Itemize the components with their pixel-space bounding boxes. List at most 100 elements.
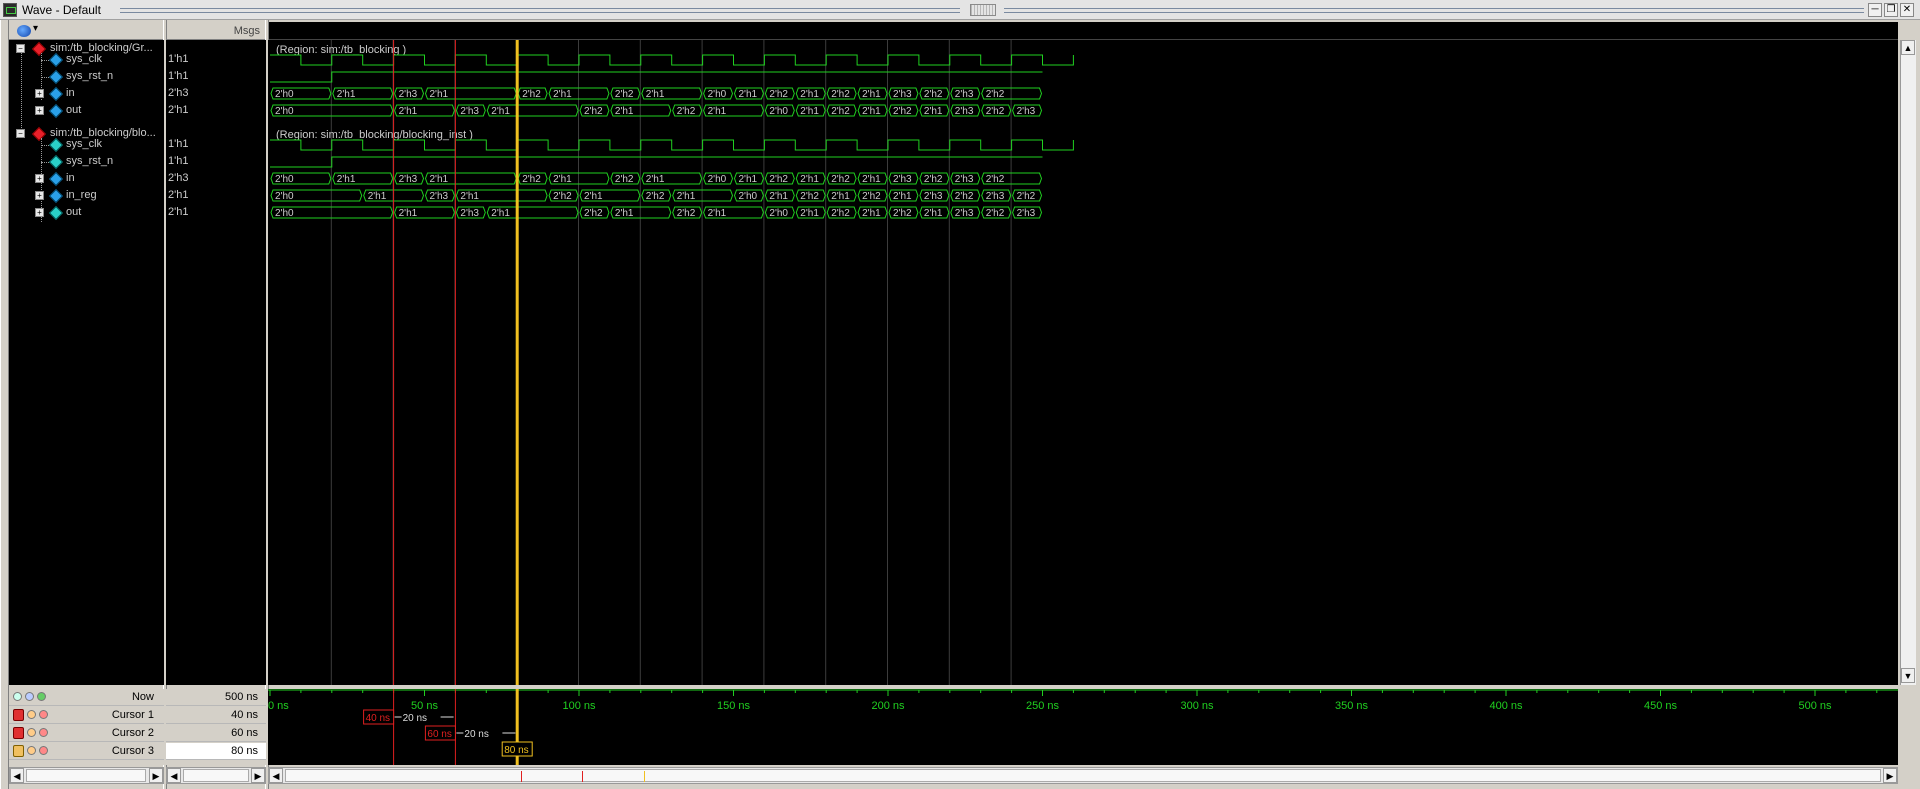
signal-row-sys-rst-n[interactable]: sys_rst_n [9,68,164,85]
scroll-up-icon[interactable]: ▲ [1901,40,1915,55]
scroll-thumb[interactable] [26,769,146,782]
wave-hscroll[interactable]: ◀ ▶ [268,767,1898,784]
scroll-right-icon[interactable]: ▶ [1883,768,1897,783]
delete-cursor-icon[interactable] [39,728,48,737]
bus-value-label: 2'h3 [893,174,912,185]
bus-value-label: 2'h1 [739,89,758,100]
pencil-icon[interactable] [27,710,36,719]
scroll-right-icon[interactable]: ▶ [149,768,163,783]
scroll-right-icon[interactable]: ▶ [251,768,265,783]
delete-cursor-icon[interactable] [39,746,48,755]
insert-cursor-icon[interactable] [37,692,46,701]
drag-grip-right[interactable] [1004,8,1864,13]
bus-value-label: 2'h3 [460,106,479,117]
scroll-left-icon[interactable]: ◀ [10,768,24,783]
signal-row-sys-clk[interactable]: sys_clk [9,51,164,68]
tick-label: 350 ns [1335,700,1369,712]
vertical-scrollbar[interactable]: ▲ ▼ [1900,40,1916,685]
expand-icon[interactable]: + [35,191,44,200]
timeline-canvas[interactable]: 0 ns 50 ns 100 ns 150 ns 200 ns 250 ns 300 ns 3… [268,689,1898,765]
bus-value-label: 2'h2 [893,208,912,219]
tick-label: 100 ns [562,700,596,712]
bus-value-label: 2'h2 [831,174,850,185]
bus-value-label: 2'h1 [800,89,819,100]
close-button[interactable]: ✕ [1900,3,1914,17]
scroll-left-icon[interactable]: ◀ [269,768,283,783]
timeline-pane[interactable]: 0 ns 50 ns 100 ns 150 ns 200 ns 250 ns 300 ns 3… [268,689,1898,765]
signal-row-in-reg-inst[interactable]: + in_reg [9,187,164,204]
waveform-pane[interactable]: (Region: sim:/tb_blocking ) 2'h0 2'h1 2'h3 2… [268,40,1898,685]
cursor-names-pane: Now Cursor 1 Cursor 2 Cursor 3 [9,689,164,765]
lock-icon[interactable] [13,727,24,739]
cursor-label: Cursor 2 [111,727,154,739]
drag-handle-icon[interactable] [970,4,996,16]
bus-value-label: 2'h3 [955,106,974,117]
scroll-thumb[interactable] [183,769,249,782]
add-cursor-icon[interactable] [13,692,22,701]
bus-value-label: 2'h1 [399,208,418,219]
signal-row-in-inst[interactable]: + in [9,170,164,187]
waveform-canvas[interactable]: (Region: sim:/tb_blocking ) 2'h0 2'h1 2'h3 2… [268,40,1898,685]
drag-grip-left[interactable] [120,8,960,13]
bus-value-label: 2'h3 [986,191,1005,202]
cursor-delta-label: 20 ns [464,729,488,740]
bus-value-label: 2'h1 [708,208,727,219]
edit-cursor-icon[interactable] [25,692,34,701]
bus-value-label: 2'h2 [677,106,696,117]
names-hscroll[interactable]: ◀ ▶ [9,767,164,784]
bus-value-label: 2'h2 [800,191,819,202]
cursor-value-row[interactable]: 60 ns [166,725,266,742]
wave-tool-icon[interactable] [17,23,38,37]
bus-value-label: 2'h2 [615,89,634,100]
signal-values-pane[interactable]: 1'h1 1'h1 2'h3 2'h1 1'h1 1'h1 2'h3 2'h1 … [166,40,266,685]
title-bar[interactable]: Wave - Default ─ ❐ ✕ [0,0,1920,20]
tick-label: 200 ns [871,700,905,712]
bus-value-label: 2'h2 [522,89,541,100]
bus-value-label: 2'h2 [831,106,850,117]
cursor-row-2[interactable]: Cursor 2 [9,725,164,742]
expand-icon[interactable]: + [35,106,44,115]
bus-value-label: 2'h2 [986,89,1005,100]
cursor-row-3[interactable]: Cursor 3 [9,743,164,760]
unlock-icon[interactable] [13,745,24,757]
signal-name: out [66,104,82,116]
pencil-icon[interactable] [27,728,36,737]
delete-cursor-icon[interactable] [39,710,48,719]
restore-button[interactable]: ❐ [1884,3,1898,17]
bus-value-label: 2'h3 [460,208,479,219]
bus-value-label: 2'h1 [862,106,881,117]
tick-label: 400 ns [1489,700,1523,712]
signal-value: 1'h1 [168,138,189,150]
bus-value-label: 2'h3 [924,191,943,202]
tick-label: 50 ns [411,700,438,712]
signal-row-sys-clk-inst[interactable]: sys_clk [9,136,164,153]
tick-label: 450 ns [1644,700,1678,712]
expand-icon[interactable]: + [35,208,44,217]
signal-row-out[interactable]: + out [9,102,164,119]
lock-icon[interactable] [13,709,24,721]
pencil-icon[interactable] [27,746,36,755]
tick-label: 150 ns [717,700,751,712]
cursor-row-1[interactable]: Cursor 1 [9,707,164,724]
cursor-value-row[interactable]: 40 ns [166,707,266,724]
bus-value-label: 2'h1 [800,208,819,219]
signal-names-pane[interactable]: − sim:/tb_blocking/Gr... sys_clk sys_rst… [9,40,164,685]
expand-icon[interactable]: + [35,174,44,183]
scroll-down-icon[interactable]: ▼ [1901,668,1915,683]
tick-label: 0 ns [268,700,289,712]
value-row: 2'h1 [166,204,266,221]
cursor-time-label: 80 ns [504,745,528,756]
cursor-value-row-active[interactable]: 80 ns [166,743,266,760]
minimize-button[interactable]: ─ [1868,3,1882,17]
signal-row-out-inst[interactable]: + out [9,204,164,221]
values-hscroll[interactable]: ◀ ▶ [166,767,266,784]
expand-icon[interactable]: + [35,89,44,98]
signal-row-sys-rst-n-inst[interactable]: sys_rst_n [9,153,164,170]
reset-waveform [270,71,1043,83]
scroll-thumb[interactable] [285,769,1881,782]
signal-row-in[interactable]: + in [9,85,164,102]
wave-app-icon [3,3,17,17]
bus-value-label: 2'h1 [708,106,727,117]
scroll-left-icon[interactable]: ◀ [167,768,181,783]
bus-value-label: 2'h1 [615,208,634,219]
